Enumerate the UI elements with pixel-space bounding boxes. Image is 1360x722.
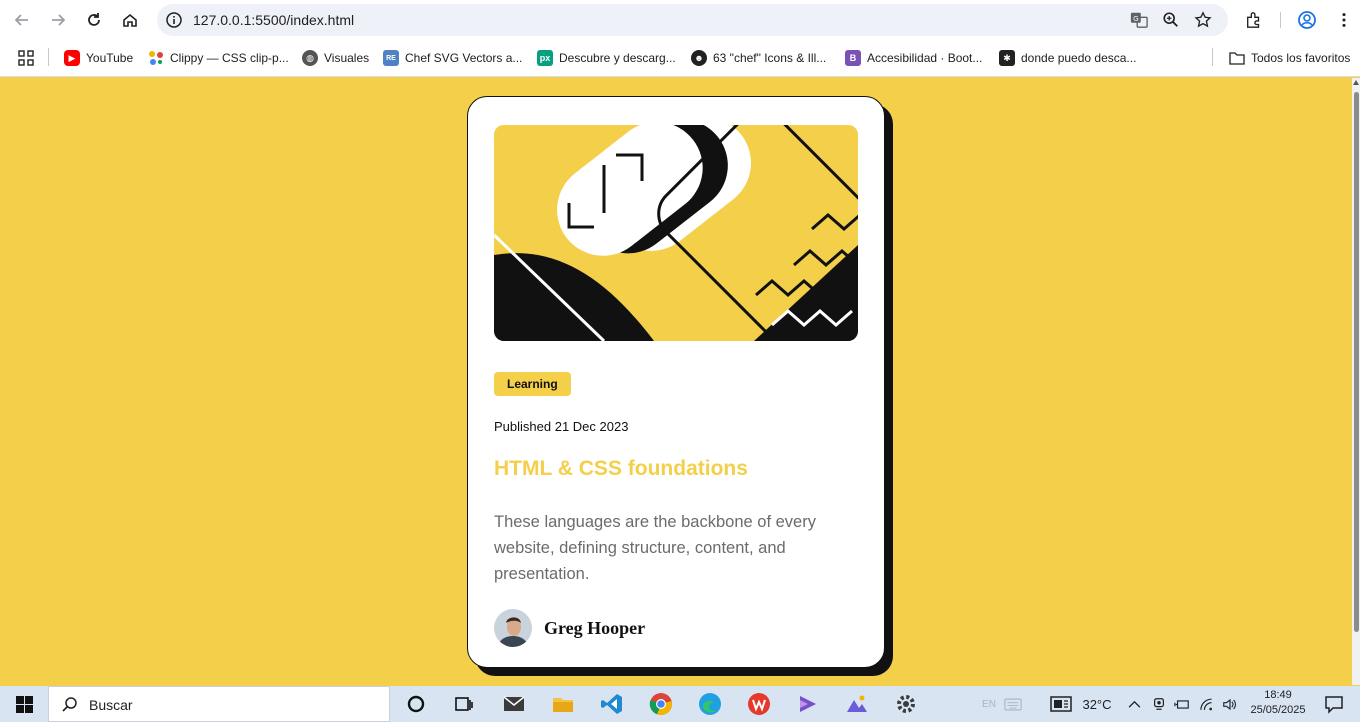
bookmark-youtube[interactable]: ▶ YouTube bbox=[64, 48, 133, 68]
windows-start-icon[interactable] bbox=[10, 694, 38, 716]
cortana-icon[interactable] bbox=[403, 691, 429, 717]
zoom-icon[interactable] bbox=[1161, 10, 1181, 30]
bookmark-label: Accesibilidad · Boot... bbox=[867, 51, 983, 65]
blog-preview-card: Learning Published 21 Dec 2023 HTML & CS… bbox=[467, 96, 885, 668]
youtube-icon: ▶ bbox=[64, 50, 80, 66]
settings-gear-icon[interactable] bbox=[893, 691, 919, 717]
bookmark-svgrepo[interactable]: RE Chef SVG Vectors a... bbox=[383, 48, 522, 68]
bookmark-label: Visuales bbox=[324, 51, 370, 65]
translate-icon[interactable]: G bbox=[1129, 10, 1149, 30]
bookmark-label: YouTube bbox=[86, 51, 134, 65]
input-language[interactable]: EN bbox=[980, 692, 998, 716]
site-icon: ✱ bbox=[999, 50, 1015, 66]
card-illustration bbox=[494, 125, 858, 341]
forward-arrow-icon[interactable] bbox=[46, 8, 70, 32]
chevron-up-icon[interactable] bbox=[1126, 692, 1142, 716]
publish-date: Published 21 Dec 2023 bbox=[494, 419, 629, 434]
keyboard-icon[interactable] bbox=[1002, 692, 1024, 716]
all-bookmarks-label: Todos los favoritos bbox=[1251, 51, 1351, 65]
wps-office-icon[interactable] bbox=[746, 691, 772, 717]
bookmark-donde-puedo[interactable]: ✱ donde puedo desca... bbox=[999, 48, 1136, 68]
clock-time: 18:49 bbox=[1264, 689, 1292, 701]
url-text[interactable]: 127.0.0.1:5500/index.html bbox=[193, 12, 354, 28]
volume-icon[interactable] bbox=[1220, 692, 1240, 716]
weather-temperature[interactable]: 32°C bbox=[1080, 692, 1114, 716]
bookmark-pexels[interactable]: px Descubre y descarg... bbox=[537, 48, 676, 68]
task-view-icon[interactable] bbox=[451, 691, 477, 717]
bootstrap-icon: B bbox=[845, 50, 861, 66]
category-tag: Learning bbox=[494, 372, 571, 396]
bookmark-label: 63 "chef" Icons & Ill... bbox=[713, 51, 827, 65]
chrome-icon[interactable] bbox=[648, 691, 674, 717]
card-title[interactable]: HTML & CSS foundations bbox=[494, 457, 748, 481]
star-icon[interactable] bbox=[1193, 10, 1213, 30]
scroll-up-arrow-icon[interactable] bbox=[1353, 80, 1359, 85]
svg-text:G: G bbox=[1133, 14, 1139, 23]
folder-icon bbox=[1229, 52, 1245, 65]
address-bar[interactable]: 127.0.0.1:5500/index.html G bbox=[157, 4, 1228, 36]
weather-icon[interactable] bbox=[1048, 692, 1074, 716]
globe-icon: ◍ bbox=[302, 50, 318, 66]
toolbar-divider bbox=[1280, 12, 1281, 28]
site-info-icon[interactable] bbox=[165, 11, 183, 29]
clippy-icon bbox=[148, 50, 164, 66]
author-name: Greg Hooper bbox=[544, 617, 646, 638]
notifications-icon[interactable] bbox=[1324, 694, 1344, 714]
author-block: Greg Hooper bbox=[494, 609, 645, 647]
profile-icon[interactable] bbox=[1295, 8, 1319, 32]
back-arrow-icon[interactable] bbox=[10, 8, 34, 32]
bookmark-label: Clippy — CSS clip-p... bbox=[170, 51, 289, 65]
bookmark-clippy[interactable]: Clippy — CSS clip-p... bbox=[148, 48, 289, 68]
bookmark-label: Descubre y descarg... bbox=[559, 51, 676, 65]
visual-studio-icon[interactable] bbox=[795, 691, 821, 717]
edge-icon[interactable] bbox=[697, 691, 723, 717]
browser-toolbar: 127.0.0.1:5500/index.html G bbox=[0, 0, 1360, 40]
taskbar-search[interactable]: Buscar bbox=[48, 686, 390, 722]
chef-icon: ☻ bbox=[691, 50, 707, 66]
file-explorer-icon[interactable] bbox=[550, 691, 576, 717]
bookmark-bootstrap[interactable]: B Accesibilidad · Boot... bbox=[845, 48, 982, 68]
menu-kebab-icon[interactable] bbox=[1332, 8, 1356, 32]
wifi-icon[interactable] bbox=[1198, 692, 1218, 716]
bookmarks-bar: ▶ YouTube Clippy — CSS clip-p... ◍ Visua… bbox=[0, 40, 1360, 77]
windows-taskbar: Buscar EN 32°C 18:49 25/05/2025 bbox=[0, 686, 1360, 722]
search-placeholder: Buscar bbox=[89, 697, 133, 713]
clock-date: 25/05/2025 bbox=[1250, 704, 1306, 716]
page-viewport: Learning Published 21 Dec 2023 HTML & CS… bbox=[0, 78, 1352, 685]
card-description: These languages are the backbone of ever… bbox=[494, 513, 816, 583]
all-bookmarks-button[interactable]: Todos los favoritos bbox=[1229, 48, 1350, 68]
mail-icon[interactable] bbox=[501, 691, 527, 717]
bookmarks-divider bbox=[48, 48, 49, 66]
avatar bbox=[494, 609, 532, 647]
bookmark-label: Chef SVG Vectors a... bbox=[405, 51, 523, 65]
battery-plug-icon[interactable] bbox=[1172, 692, 1192, 716]
scrollbar-thumb[interactable] bbox=[1354, 92, 1359, 632]
webcam-icon[interactable] bbox=[1150, 692, 1168, 716]
search-icon bbox=[62, 697, 77, 712]
reload-icon[interactable] bbox=[82, 8, 106, 32]
bookmark-label: donde puedo desca... bbox=[1021, 51, 1137, 65]
system-clock[interactable]: 18:49 25/05/2025 bbox=[1246, 688, 1310, 718]
photos-app-icon[interactable] bbox=[844, 691, 870, 717]
pexels-icon: px bbox=[537, 50, 553, 66]
extensions-icon[interactable] bbox=[1242, 8, 1266, 32]
apps-grid-icon[interactable] bbox=[18, 50, 34, 66]
bookmark-visuales[interactable]: ◍ Visuales bbox=[302, 48, 369, 68]
vscode-icon[interactable] bbox=[599, 691, 625, 717]
svgrepo-icon: RE bbox=[383, 50, 399, 66]
bookmarks-divider bbox=[1212, 48, 1213, 66]
bookmark-chef-icons[interactable]: ☻ 63 "chef" Icons & Ill... bbox=[691, 48, 826, 68]
home-icon[interactable] bbox=[118, 8, 142, 32]
